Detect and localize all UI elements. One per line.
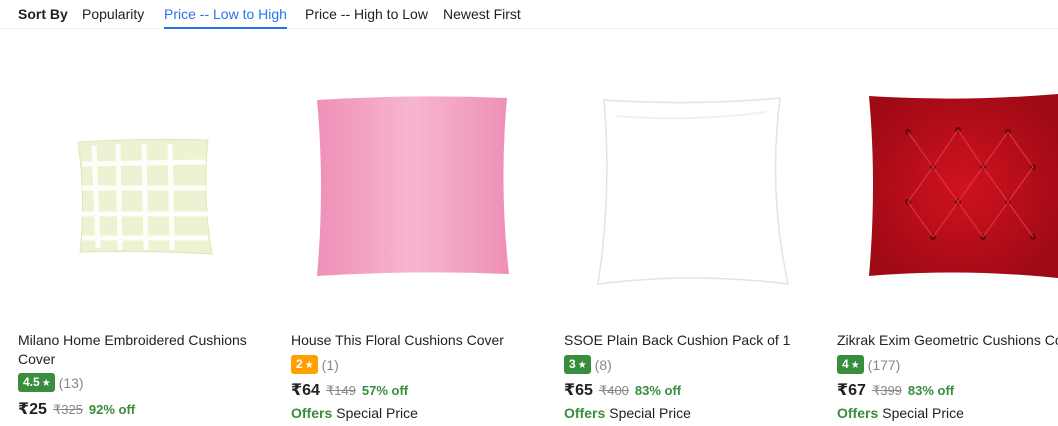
price-row: ₹65 ₹400 83% off [564,380,681,400]
mrp: ₹400 [598,383,629,398]
rating-row: 3 ★ (8) [564,355,612,375]
rating-badge: 3 ★ [564,355,591,374]
star-icon: ★ [304,360,314,371]
product-card[interactable]: Milano Home Embroidered Cushions Cover 4… [18,30,288,426]
price-row: ₹67 ₹399 83% off [837,380,954,400]
sort-by-label: Sort By [18,6,68,22]
star-icon: ★ [41,378,51,389]
star-icon: ★ [577,360,587,371]
price: ₹65 [564,382,593,399]
product-card[interactable]: Zikrak Exim Geometric Cushions Cover 4 ★(… [837,30,1058,426]
review-count: (177) [867,356,901,373]
product-title[interactable]: Zikrak Exim Geometric Cushions Cover [837,331,1058,350]
offers-row: Offers Special Price [291,405,418,421]
discount: 83% off [907,383,955,398]
checked-cushion-image [77,138,213,255]
offers-text: Special Price [882,405,964,421]
rating-row: 2 ★ (1) [291,355,339,375]
mrp: ₹325 [52,402,83,417]
product-image[interactable] [291,30,561,312]
review-count: (1) [321,356,339,373]
rating-badge: 2 ★ [291,355,318,374]
discount: 83% off [634,383,682,398]
red-tufted-cushion-image [869,94,1058,278]
price-row: ₹64 ₹149 57% off [291,380,408,400]
review-count: (8) [594,356,612,373]
star-icon: ★ [850,360,860,371]
discount: 57% off [361,383,409,398]
offers-label: Offers [837,405,879,421]
offers-label: Offers [291,405,333,421]
product-title[interactable]: House This Floral Cushions Cover [291,331,551,350]
price: ₹64 [291,382,320,399]
discount: 92% off [88,402,136,417]
price-row: ₹25 ₹325 92% off [18,399,135,419]
offers-row: Offers Special Price [837,405,964,421]
sort-option-popularity[interactable]: Popularity [82,6,144,22]
offers-text: Special Price [609,405,691,421]
rating-row: 4.5 ★ (13) [18,373,84,393]
offers-label: Offers [564,405,606,421]
sort-option-price-low-high[interactable]: Price -- Low to High [164,6,287,29]
product-image[interactable] [837,30,1058,312]
rating-badge: 4.5 ★ [18,373,55,392]
offers-text: Special Price [336,405,418,421]
product-image[interactable] [18,30,288,312]
rating-badge: 4 ★ [837,355,864,374]
offers-row: Offers Special Price [564,405,691,421]
white-cushion-image [597,97,789,285]
sort-bar: Sort By Popularity Price -- Low to High … [0,0,1058,29]
rating-row: 4 ★ (177) [837,355,900,375]
sort-option-newest-first[interactable]: Newest First [443,6,521,22]
product-title[interactable]: Milano Home Embroidered Cushions Cover [18,331,268,369]
product-title[interactable]: SSOE Plain Back Cushion Pack of 1 [564,331,824,350]
mrp: ₹399 [871,383,902,398]
price: ₹67 [837,382,866,399]
review-count: (13) [58,374,84,391]
sort-option-price-high-low[interactable]: Price -- High to Low [305,6,428,22]
product-card[interactable]: House This Floral Cushions Cover 2 ★ (1) ₹… [291,30,561,426]
mrp: ₹149 [325,383,356,398]
product-card[interactable]: SSOE Plain Back Cushion Pack of 1 3 ★ (8) … [564,30,834,426]
pink-cushion-image [317,96,509,277]
price: ₹25 [18,401,47,418]
product-image[interactable] [564,30,834,312]
